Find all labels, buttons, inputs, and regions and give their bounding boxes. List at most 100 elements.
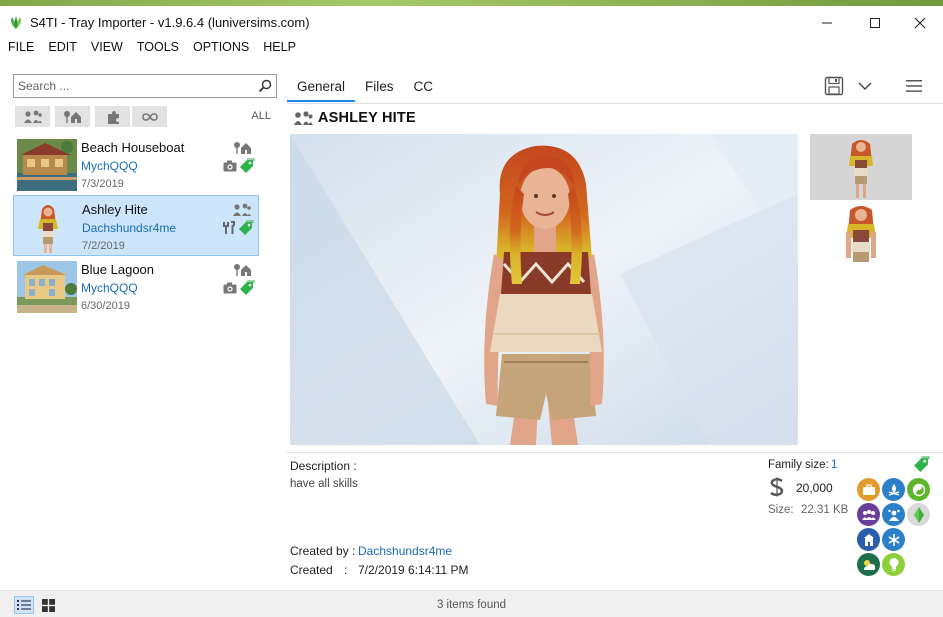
menu-bar: FILE EDIT VIEW TOOLS OPTIONS HELP [0,38,943,58]
trait-building[interactable] [857,528,880,551]
yin-yang-icon [912,483,925,496]
tray-status-icons [223,280,255,296]
trait-social[interactable] [882,503,905,526]
preview-image[interactable] [290,134,798,445]
tag-icon [239,220,254,235]
size-label: Size: [768,504,794,516]
menu-hamburger-button[interactable] [905,78,923,100]
filter-all-label[interactable]: ALL [251,110,271,122]
filter-room-button[interactable] [95,106,130,127]
detail-title: ASHLEY HITE [318,110,416,126]
save-button[interactable] [824,76,844,98]
filter-all-types-button[interactable] [132,106,167,127]
tag-icon [240,158,255,173]
lot-icon [234,264,251,276]
tab-divider [287,103,943,104]
tray-item-date: 7/2/2019 [82,240,125,252]
plumbob-icon [913,506,924,523]
hamburger-menu-icon [906,80,922,92]
menu-help[interactable]: HELP [255,38,302,58]
info-divider [287,452,943,453]
weather-icon [863,559,875,570]
trait-bulb[interactable] [882,553,905,576]
trait-yin-yang[interactable] [907,478,930,501]
created-value: 7/2/2019 6:14:11 PM [358,563,469,577]
tray-thumbnail [17,139,77,191]
simoleon-icon [770,477,784,497]
search-box [13,74,277,98]
close-icon [914,17,926,29]
menu-options[interactable]: OPTIONS [185,38,255,58]
trait-plumbob[interactable] [907,503,930,526]
camera-icon [223,160,237,172]
tray-thumbnail [17,261,77,313]
family-size-value: 1 [831,459,838,471]
tray-item-author[interactable]: MychQQQ [81,281,138,295]
save-options-dropdown[interactable] [857,80,873,102]
household-icon [23,110,42,123]
tray-item-beach-houseboat[interactable]: Beach Houseboat MychQQQ 7/3/2019 [13,134,259,195]
description-text: have all skills [290,478,358,490]
tray-item-author[interactable]: Dachshundsr4me [82,221,176,235]
snowflake-icon [887,533,900,546]
tab-files[interactable]: Files [355,74,404,102]
window-title: S4TI - Tray Importer - v1.9.6.4 (luniver… [30,15,310,30]
created-by-value[interactable]: Dachshundsr4me [358,544,452,558]
tab-cc[interactable]: CC [404,74,444,102]
title-bar[interactable]: S4TI - Tray Importer - v1.9.6.4 (luniver… [0,6,943,38]
funds-value: 20,000 [796,481,833,495]
status-items-found: 3 items found [436,599,507,611]
tab-general[interactable]: General [287,74,356,102]
save-icon [824,76,844,96]
minimize-button[interactable] [804,10,850,36]
tray-item-author[interactable]: MychQQQ [81,159,138,173]
created-label: Created [290,563,333,577]
building-icon [863,533,874,546]
created-colon: : [344,563,348,577]
trait-weather[interactable] [857,553,880,576]
briefcase-icon [862,483,875,495]
search-icon[interactable] [258,79,272,93]
lot-icon [63,110,81,123]
close-button[interactable] [897,10,943,36]
tray-item-blue-lagoon[interactable]: Blue Lagoon MychQQQ 6/30/2019 [13,256,259,317]
trait-campfire[interactable] [882,478,905,501]
trait-briefcase[interactable] [857,478,880,501]
tray-item-date: 7/3/2019 [81,178,124,190]
household-icon [294,111,313,125]
filter-row: ALL [15,106,277,128]
tray-item-name: Beach Houseboat [81,140,185,155]
camera-icon [223,282,237,294]
social-icon [887,509,900,521]
menu-file[interactable]: FILE [0,38,40,58]
tag-icon [914,456,930,472]
preview-thumbnail-2[interactable] [810,202,912,266]
wrench-icon [223,221,235,234]
trait-snowflake[interactable] [882,528,905,551]
group-icon [861,509,876,520]
menu-edit[interactable]: EDIT [40,38,82,58]
menu-view[interactable]: VIEW [83,38,129,58]
menu-tools[interactable]: TOOLS [129,38,185,58]
preview-thumbnail-1[interactable] [810,134,912,200]
filter-household-button[interactable] [15,106,50,127]
minimize-icon [822,22,832,24]
household-icon [233,203,251,216]
maximize-button[interactable] [852,10,898,36]
tray-status-icons [223,158,255,174]
tag-icon [240,280,255,295]
filter-lot-button[interactable] [55,106,90,127]
trait-group[interactable] [857,503,880,526]
tray-item-ashley-hite[interactable]: Ashley Hite Dachshundsr4me 7/2/2019 [13,195,259,256]
campfire-icon [888,483,899,496]
bulb-icon [889,558,898,571]
description-label: Description : [290,459,357,473]
lot-icon [234,142,251,154]
search-input[interactable] [14,75,244,97]
room-icon [107,110,119,124]
maximize-icon [870,18,880,28]
tray-status-icons [222,220,254,236]
tray-item-date: 6/30/2019 [81,300,130,312]
detail-tabs: General Files CC [287,74,443,104]
size-value: 22.31 KB [801,504,849,516]
